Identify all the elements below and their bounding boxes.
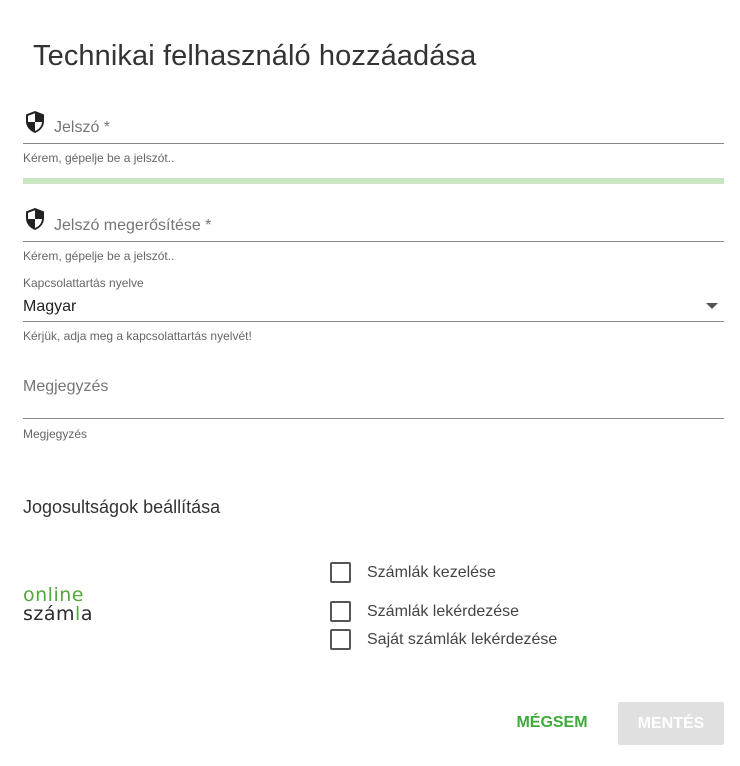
chevron-down-icon[interactable] xyxy=(706,303,718,309)
password-strength-bar xyxy=(23,178,724,184)
language-label: Kapcsolattartás nyelve xyxy=(23,276,144,290)
cancel-button[interactable]: MÉGSEM xyxy=(506,702,598,744)
note-hint: Megjegyzés xyxy=(23,427,88,441)
password-underline xyxy=(23,143,724,144)
permission-label[interactable]: Számlák kezelése xyxy=(367,564,496,582)
online-szamla-logo: online számla xyxy=(23,584,93,625)
password-confirm-underline xyxy=(23,241,724,242)
permissions-title: Jogosultságok beállítása xyxy=(23,497,221,517)
language-select-value: Magyar xyxy=(23,298,77,315)
note-field[interactable] xyxy=(23,377,713,397)
password-hint: Kérem, gépelje be a jelszót.. xyxy=(23,151,175,165)
save-button[interactable]: MENTÉS xyxy=(618,702,724,745)
permission-row[interactable]: Saját számlák lekérdezése xyxy=(330,629,557,650)
shield-icon xyxy=(24,110,46,134)
permission-checkbox-manage-invoices[interactable] xyxy=(330,562,351,583)
dialog-title: Technikai felhasználó hozzáadása xyxy=(33,40,477,72)
permission-label[interactable]: Számlák lekérdezése xyxy=(367,603,519,621)
permission-checkbox-query-own-invoices[interactable] xyxy=(330,629,351,650)
permission-label[interactable]: Saját számlák lekérdezése xyxy=(367,631,557,649)
permission-row[interactable]: Számlák lekérdezése xyxy=(330,601,519,622)
password-field[interactable] xyxy=(54,118,714,138)
language-select[interactable]: Magyar xyxy=(23,294,724,321)
language-underline xyxy=(23,321,724,322)
language-hint: Kérjük, adja meg a kapcsolattartás nyelv… xyxy=(23,329,252,343)
shield-icon xyxy=(24,207,46,231)
password-confirm-field[interactable] xyxy=(54,216,714,236)
permission-row[interactable]: Számlák kezelése xyxy=(330,562,496,583)
note-underline xyxy=(23,418,724,419)
permission-checkbox-query-invoices[interactable] xyxy=(330,601,351,622)
password-confirm-hint: Kérem, gépelje be a jelszót.. xyxy=(23,249,175,263)
